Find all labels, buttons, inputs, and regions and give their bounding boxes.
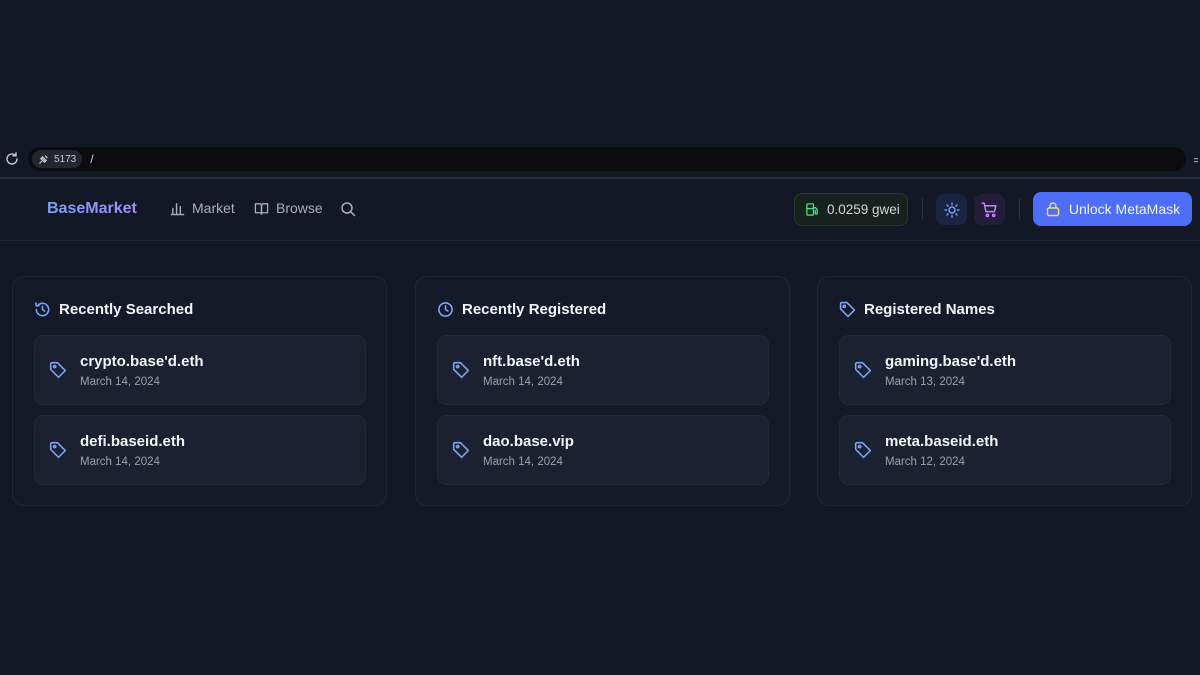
theme-toggle-button[interactable] (936, 194, 967, 225)
item-date: March 12, 2024 (885, 456, 965, 468)
item-date: March 14, 2024 (483, 456, 563, 468)
gas-price-badge: 0.0259 gwei (794, 193, 908, 226)
clock-icon (438, 302, 453, 317)
registered-names-panel: Registered Names gaming.base'd.eth March… (817, 276, 1192, 506)
lock-icon (1046, 202, 1060, 217)
nav-market-link[interactable]: Market (170, 200, 235, 216)
top-nav: BaseMarket Market Browse 0.0259 gwei Unl… (0, 179, 1200, 241)
recently-registered-panel: Recently Registered nft.base'd.eth March… (415, 276, 790, 506)
tag-icon (49, 441, 67, 459)
top-blank-area (0, 0, 1200, 145)
list-item[interactable]: meta.baseid.eth March 12, 2024 (839, 415, 1171, 485)
sun-icon (943, 201, 960, 218)
panel-title: Recently Searched (34, 301, 193, 318)
list-item[interactable]: gaming.base'd.eth March 13, 2024 (839, 335, 1171, 405)
fuel-pump-icon (806, 203, 818, 216)
unlock-metamask-label: Unlock MetaMask (1068, 201, 1181, 217)
history-icon (35, 302, 50, 317)
panel-title-text: Registered Names (864, 301, 995, 318)
unlock-metamask-button[interactable]: Unlock MetaMask (1033, 192, 1192, 226)
url-path: / (90, 152, 94, 166)
item-date: March 13, 2024 (885, 376, 965, 388)
port-chip[interactable]: 5173 (32, 150, 83, 168)
tag-icon (452, 441, 470, 459)
cart-button[interactable] (974, 194, 1005, 225)
tag-icon (452, 361, 470, 379)
item-date: March 14, 2024 (80, 376, 160, 388)
item-name: gaming.base'd.eth (885, 353, 1017, 370)
nav-market-label: Market (192, 200, 235, 216)
tag-icon (49, 361, 67, 379)
list-item[interactable]: nft.base'd.eth March 14, 2024 (437, 335, 769, 405)
brand-logo[interactable]: BaseMarket (47, 200, 137, 218)
list-item[interactable]: crypto.base'd.eth March 14, 2024 (34, 335, 366, 405)
item-date: March 14, 2024 (483, 376, 563, 388)
item-date: March 14, 2024 (80, 456, 160, 468)
plug-icon (39, 154, 48, 164)
book-icon (254, 202, 269, 215)
address-strip: 5173 / (0, 145, 1200, 175)
list-item[interactable]: dao.base.vip March 14, 2024 (437, 415, 769, 485)
panel-title-text: Recently Searched (59, 301, 194, 318)
panel-title: Registered Names (839, 301, 995, 318)
item-name: dao.base.vip (483, 433, 574, 450)
url-bar[interactable]: 5173 / (28, 147, 1186, 171)
item-name: nft.base'd.eth (483, 353, 580, 370)
list-item[interactable]: defi.baseid.eth March 14, 2024 (34, 415, 366, 485)
search-icon[interactable] (340, 201, 356, 217)
item-name: defi.baseid.eth (80, 433, 186, 450)
nav-divider (922, 198, 923, 220)
nav-browse-label: Browse (276, 200, 323, 216)
panel-title-text: Recently Registered (462, 301, 607, 318)
cart-icon (981, 202, 997, 218)
tag-icon (854, 441, 872, 459)
port-number: 5173 (54, 153, 77, 165)
nav-browse-link[interactable]: Browse (254, 200, 323, 216)
panel-title: Recently Registered (437, 301, 606, 318)
gas-price-value: 0.0259 gwei (827, 202, 900, 217)
bar-chart-icon (170, 202, 185, 215)
item-name: crypto.base'd.eth (80, 353, 204, 370)
item-name: meta.baseid.eth (885, 433, 999, 450)
nav-divider (1019, 198, 1020, 220)
tag-icon (839, 301, 856, 318)
recently-searched-panel: Recently Searched crypto.base'd.eth Marc… (12, 276, 387, 506)
more-handle-icon[interactable] (1194, 155, 1198, 165)
reload-icon[interactable] (4, 151, 20, 167)
tag-icon (854, 361, 872, 379)
